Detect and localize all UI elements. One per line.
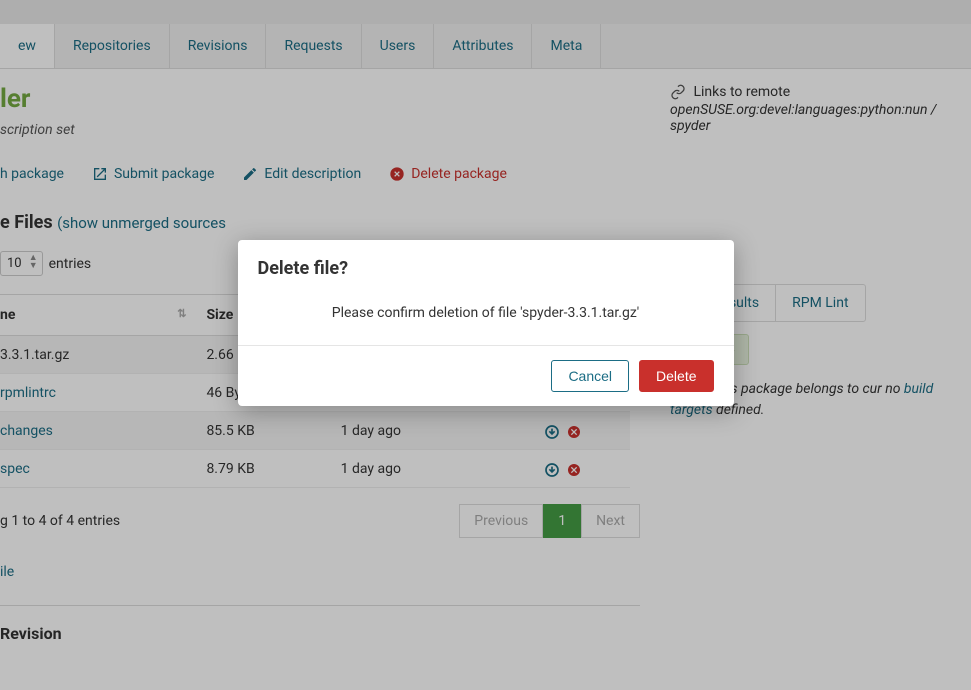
modal-message: Please confirm deletion of file 'spyder-… — [238, 297, 734, 346]
modal-overlay[interactable]: Delete file? Please confirm deletion of … — [0, 0, 971, 690]
modal-footer: Cancel Delete — [238, 346, 734, 406]
cancel-button[interactable]: Cancel — [551, 360, 629, 392]
delete-file-modal: Delete file? Please confirm deletion of … — [238, 240, 734, 406]
modal-title: Delete file? — [238, 240, 734, 297]
delete-button[interactable]: Delete — [639, 360, 713, 392]
